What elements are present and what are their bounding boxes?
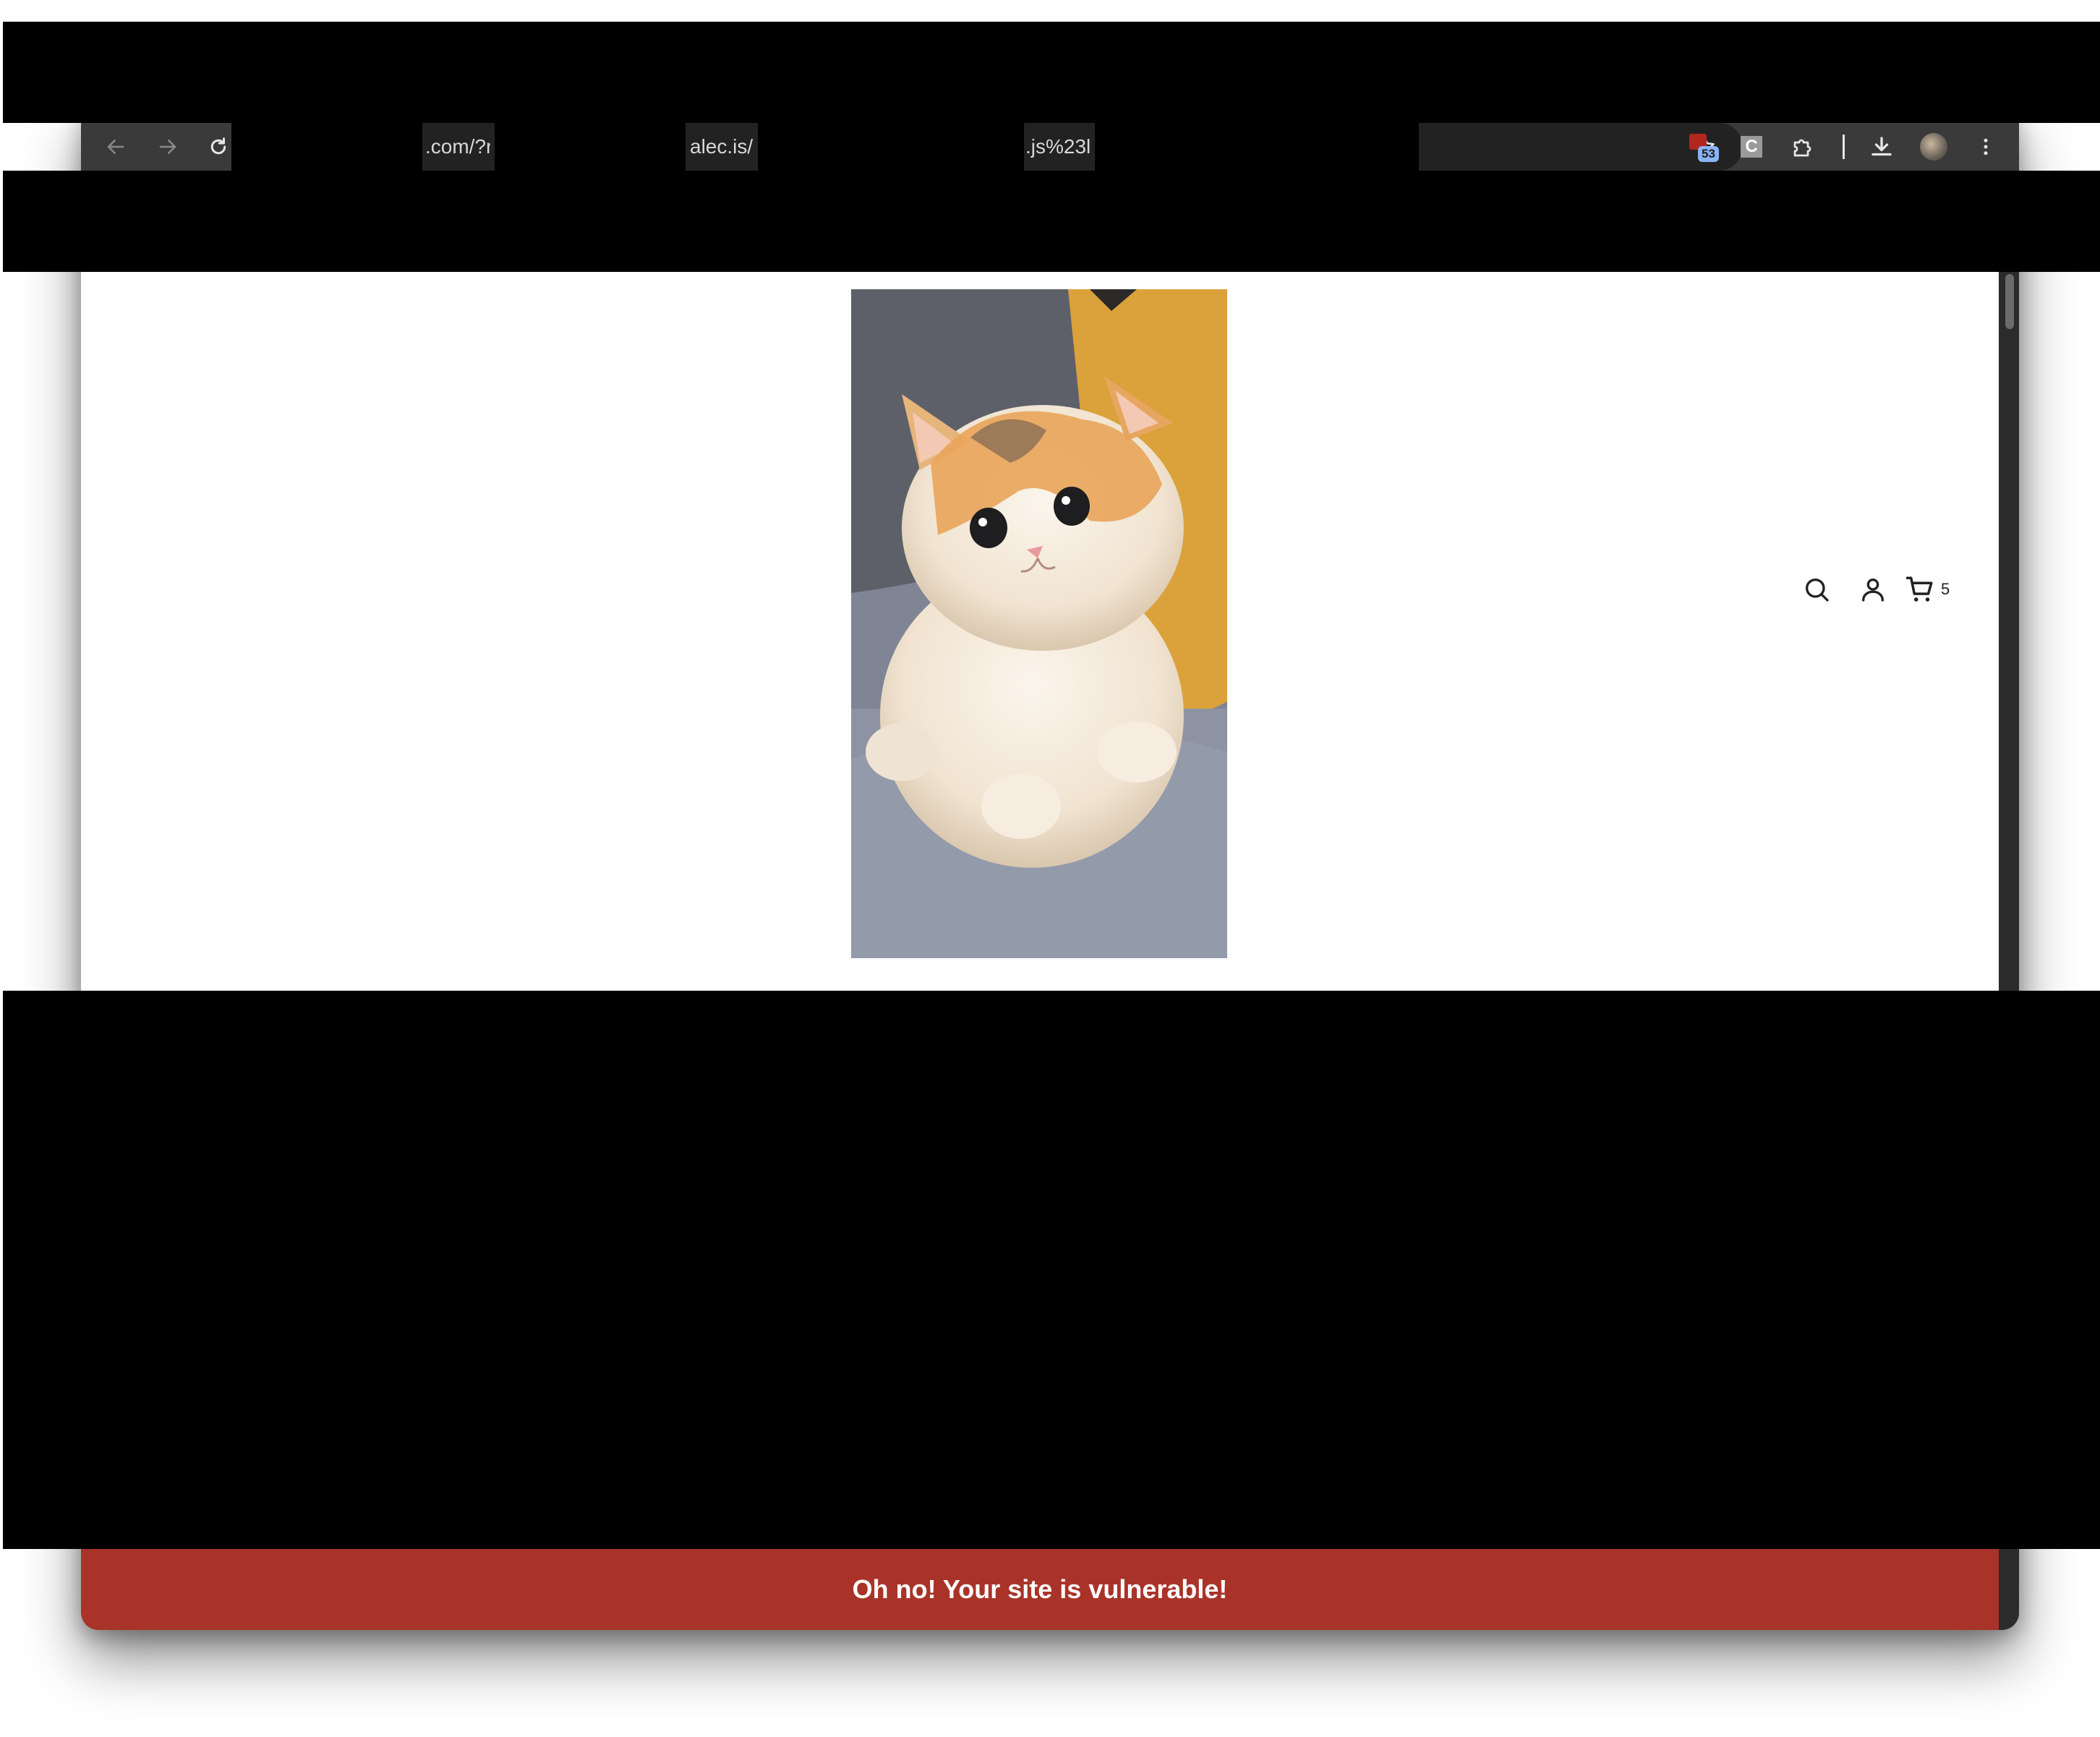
back-button[interactable]	[94, 123, 137, 171]
search-icon	[1806, 579, 1829, 602]
url-segment-2: alec.is/	[690, 135, 754, 158]
redacted-block	[758, 123, 1024, 171]
redaction-bar-top	[3, 22, 2100, 123]
arrow-right-icon	[159, 140, 176, 154]
redacted-block	[1095, 123, 1419, 171]
extensions-menu-button[interactable]	[1782, 123, 1825, 171]
banner-text: Oh no! Your site is vulnerable!	[852, 1574, 1228, 1604]
profile-button[interactable]	[1912, 123, 1955, 171]
url-segment-3: .js%23l	[1025, 135, 1091, 158]
cart-button[interactable]: 5	[1905, 568, 1970, 611]
user-icon	[1862, 579, 1884, 602]
search-button[interactable]	[1795, 568, 1838, 611]
cart-icon	[1905, 576, 1933, 602]
downloads-button[interactable]	[1860, 123, 1903, 171]
cart-count: 5	[1941, 580, 1950, 598]
kebab-menu-icon	[1984, 138, 1988, 155]
browser-menu-button[interactable]	[1964, 123, 2007, 171]
redaction-bar-upper	[3, 171, 2100, 272]
redacted-block	[495, 123, 686, 171]
redacted-block	[231, 123, 422, 171]
redaction-bar-lower	[3, 991, 2100, 1549]
kitten-illustration	[851, 289, 1227, 958]
arrow-left-icon	[107, 140, 124, 154]
url-segment-1: .com/?r	[425, 135, 490, 158]
extension-c-button[interactable]: C	[1730, 123, 1773, 171]
toolbar-divider	[1843, 135, 1845, 159]
browser-toolbar: .com/?r alec.is/ .js%23l 53 C	[81, 123, 2019, 171]
address-bar[interactable]: .com/?r alec.is/ .js%23l	[231, 123, 1743, 171]
extension-c-icon: C	[1741, 136, 1762, 158]
forward-button[interactable]	[146, 123, 189, 171]
reload-icon	[210, 137, 226, 155]
kitten-image	[851, 289, 1227, 958]
account-button[interactable]	[1851, 568, 1895, 611]
download-icon	[1871, 137, 1892, 156]
extension-badge-button[interactable]: 53	[1679, 123, 1723, 171]
puzzle-icon	[1793, 139, 1811, 157]
extension-count-badge: 53	[1698, 146, 1719, 162]
scrollbar-thumb[interactable]	[2005, 274, 2014, 329]
vulnerability-banner: Oh no! Your site is vulnerable!	[81, 1549, 1999, 1630]
avatar	[1920, 133, 1947, 161]
